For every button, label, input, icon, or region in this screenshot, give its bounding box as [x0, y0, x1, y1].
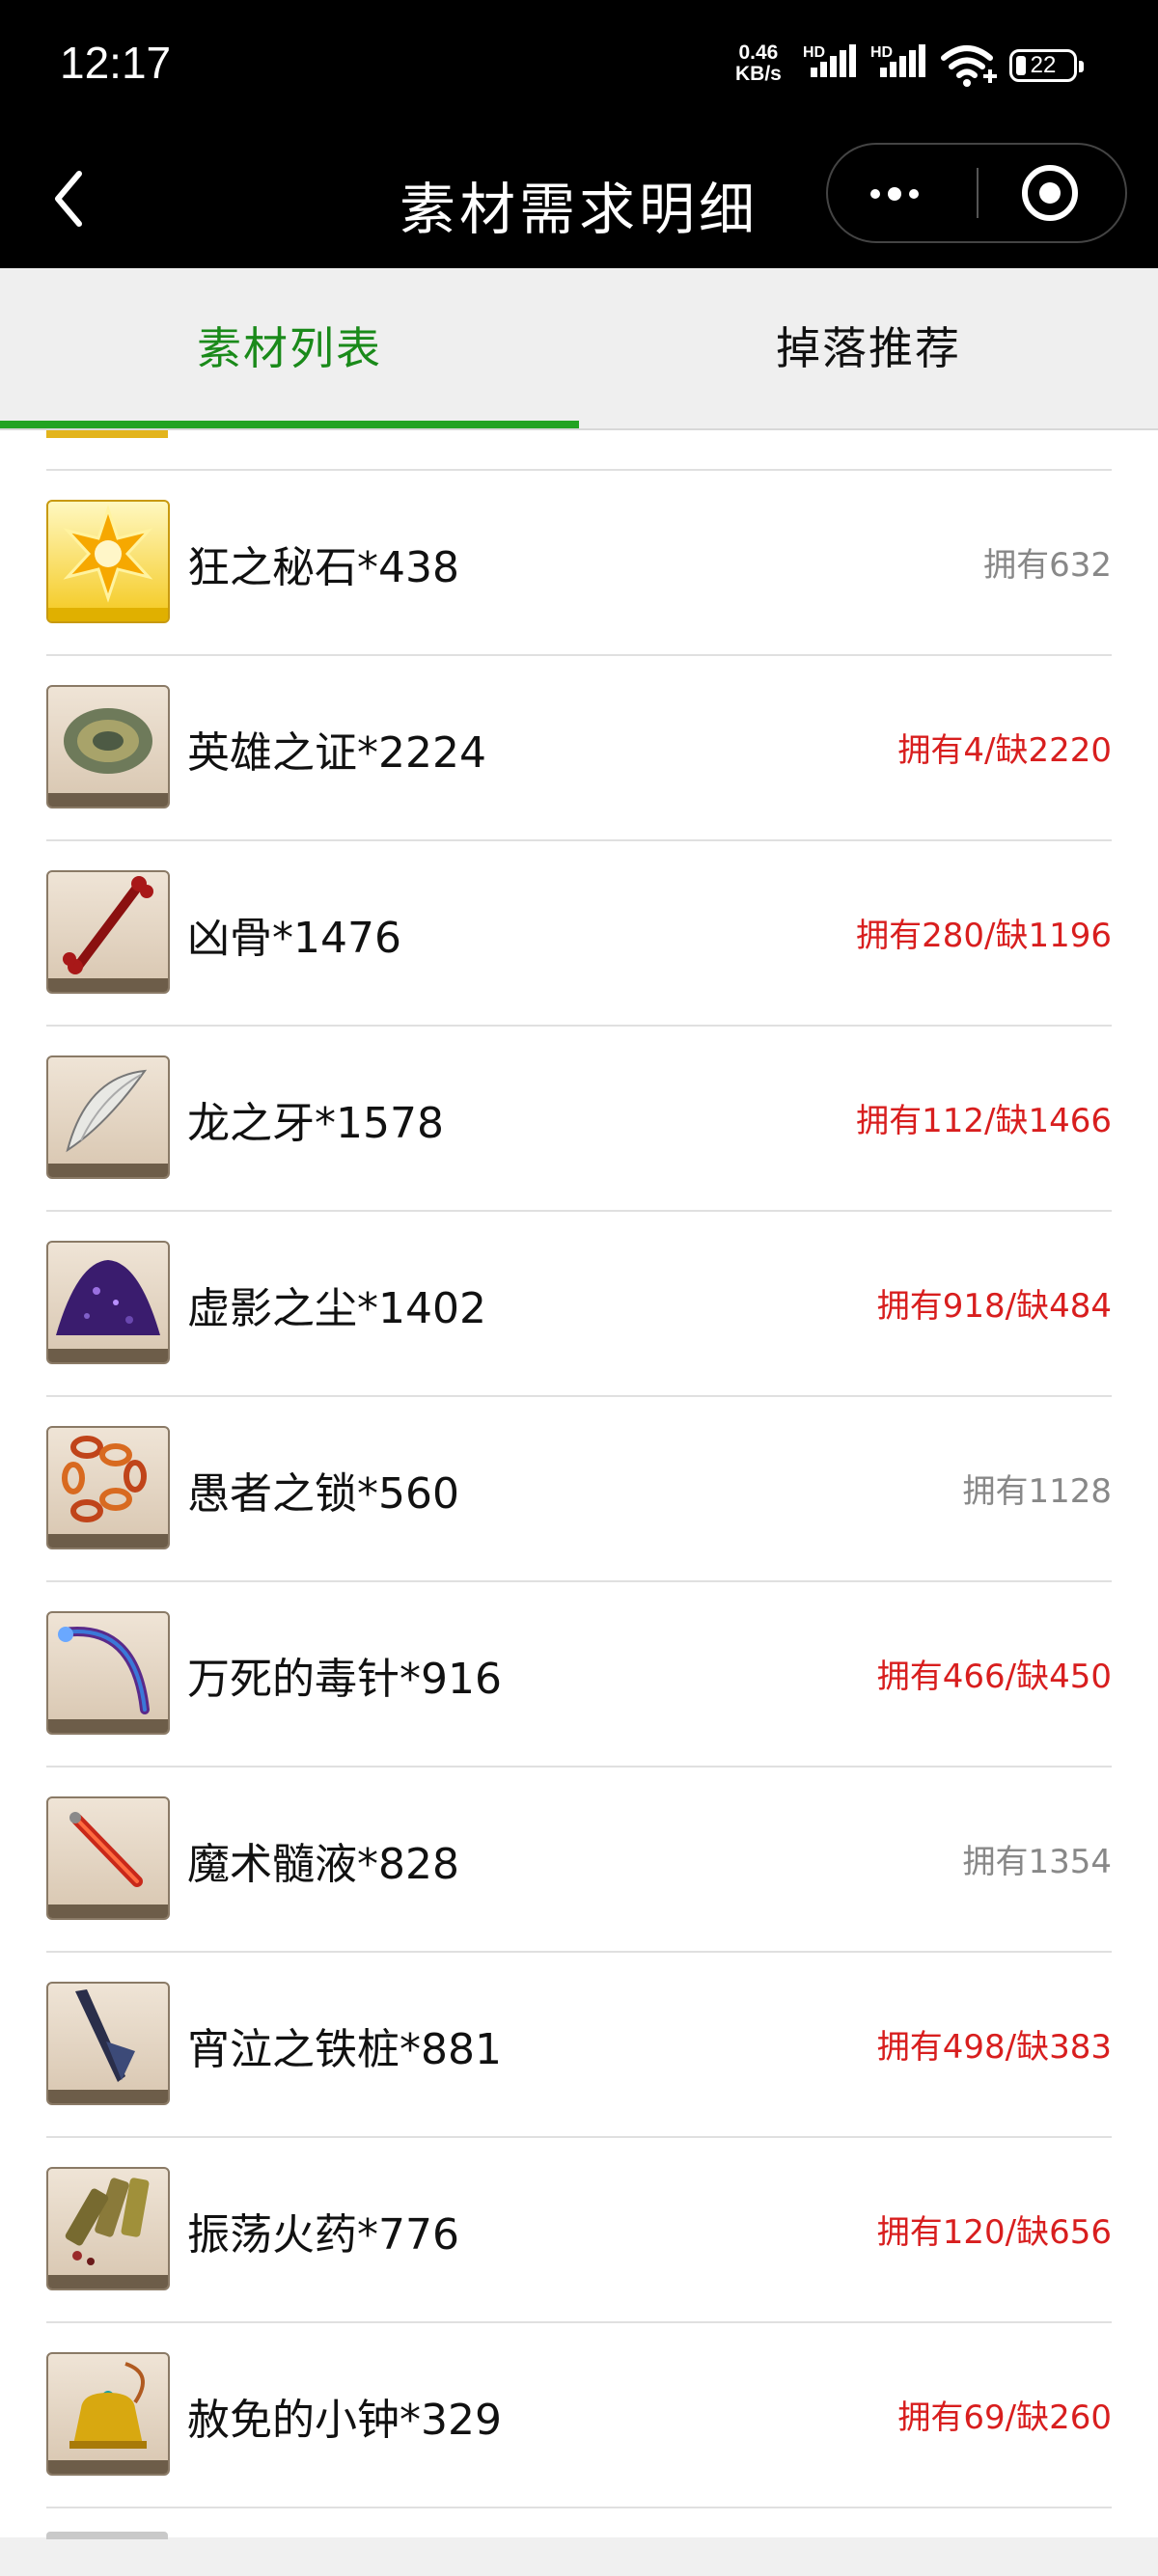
list-item[interactable]: 赦免的小钟*329 拥有69/缺260 [46, 2321, 1112, 2507]
list-item[interactable]: 宵泣之铁桩*881 拥有498/缺383 [46, 1951, 1112, 2136]
material-list[interactable]: 狂之秘石*438 拥有632 英雄之证*2224 拥有4/缺2220 凶骨*14… [0, 430, 1158, 2537]
chain-icon [46, 1426, 170, 1549]
item-name: 魔术髓液*828 [187, 1840, 459, 1889]
item-name: 万死的毒针*916 [187, 1655, 502, 1704]
item-stock-status: 拥有280/缺1196 [856, 917, 1112, 955]
list-item[interactable]: 凶骨*1476 拥有280/缺1196 [46, 839, 1112, 1025]
item-name: 振荡火药*776 [187, 2210, 459, 2260]
list-item[interactable]: 龙之牙*1578 拥有112/缺1466 [46, 1025, 1112, 1210]
item-stock-status: 拥有918/缺484 [876, 1287, 1112, 1326]
item-name: 虚影之尘*1402 [187, 1284, 486, 1333]
battery-level: 22 [1030, 52, 1057, 78]
list-divider [46, 2507, 1112, 2537]
dot-icon [909, 189, 919, 199]
active-tab-indicator [0, 421, 579, 428]
battery-icon: 22 [1009, 49, 1084, 82]
dragon-fang-icon [46, 1055, 170, 1179]
mini-program-capsule [826, 143, 1127, 243]
dot-icon [888, 187, 901, 201]
purple-dust-icon [46, 1241, 170, 1364]
partial-item-icon-top [46, 430, 168, 438]
item-name: 宵泣之铁桩*881 [187, 2025, 502, 2074]
network-speed-unit: KB/s [735, 63, 782, 85]
signal-icon-1 [811, 44, 856, 77]
signal-icon-2 [880, 44, 925, 77]
list-item[interactable]: 虚影之尘*1402 拥有918/缺484 [46, 1210, 1112, 1395]
gunpowder-shells-icon [46, 2167, 170, 2290]
status-bar: 12:17 0.46 KB/s HD HD 22 [0, 0, 1158, 131]
golden-bell-icon [46, 2352, 170, 2476]
network-speed-value: 0.46 [738, 41, 779, 64]
item-stock-status: 拥有1128 [962, 1472, 1112, 1511]
bottom-area [0, 2537, 1158, 2576]
item-name: 狂之秘石*438 [187, 543, 459, 592]
item-name: 愚者之锁*560 [187, 1469, 459, 1519]
more-options-button[interactable] [828, 145, 979, 241]
tab-drop-recommendation[interactable]: 掉落推荐 [579, 268, 1158, 430]
tab-bar: 素材列表 掉落推荐 [0, 268, 1158, 430]
item-stock-status: 拥有69/缺260 [897, 2398, 1112, 2437]
nav-bar: 素材需求明细 [0, 131, 1158, 268]
list-item[interactable]: 英雄之证*2224 拥有4/缺2220 [46, 654, 1112, 839]
item-stock-status: 拥有498/缺383 [876, 2028, 1112, 2067]
item-stock-status: 拥有120/缺656 [876, 2213, 1112, 2252]
partial-item-icon-bottom [46, 2532, 168, 2539]
item-name: 英雄之证*2224 [187, 728, 486, 778]
list-item[interactable]: 振荡火药*776 拥有120/缺656 [46, 2136, 1112, 2321]
item-stock-status: 拥有112/缺1466 [856, 1102, 1112, 1140]
tab-material-list[interactable]: 素材列表 [0, 268, 579, 430]
gold-star-gem-icon [46, 500, 170, 623]
close-mini-program-button[interactable] [979, 145, 1125, 241]
item-stock-status: 拥有466/缺450 [876, 1658, 1112, 1696]
wifi-icon [941, 45, 997, 87]
network-speed: 0.46 KB/s [735, 42, 782, 85]
poison-needle-icon [46, 1611, 170, 1735]
list-item[interactable]: 万死的毒针*916 拥有466/缺450 [46, 1580, 1112, 1766]
list-item[interactable]: 愚者之锁*560 拥有1128 [46, 1395, 1112, 1580]
item-name: 龙之牙*1578 [187, 1099, 444, 1148]
red-vial-icon [46, 1796, 170, 1920]
status-time: 12:17 [60, 38, 172, 88]
dot-icon [870, 189, 880, 199]
item-name: 赦免的小钟*329 [187, 2396, 502, 2445]
iron-stake-icon [46, 1982, 170, 2105]
item-stock-status: 拥有632 [983, 546, 1112, 585]
list-item[interactable]: 魔术髓液*828 拥有1354 [46, 1766, 1112, 1951]
item-name: 凶骨*1476 [187, 914, 401, 963]
item-stock-status: 拥有4/缺2220 [897, 731, 1112, 770]
list-item[interactable]: 狂之秘石*438 拥有632 [46, 469, 1112, 654]
item-stock-status: 拥有1354 [962, 1843, 1112, 1881]
red-bone-icon [46, 870, 170, 994]
bronze-medal-icon [46, 685, 170, 808]
